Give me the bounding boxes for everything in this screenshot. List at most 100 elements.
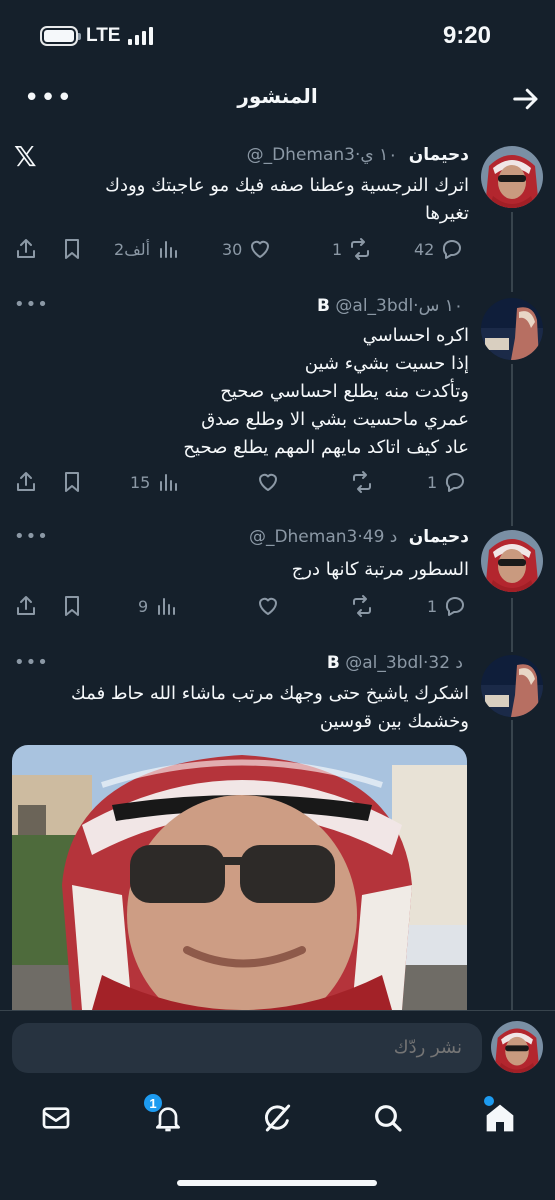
- tweet-header: B @al_3bdl·١٠ س: [317, 296, 469, 316]
- bookmark-button[interactable]: [60, 591, 84, 621]
- reply-input[interactable]: [12, 1023, 482, 1073]
- tweet-line: اكره احساسي: [362, 325, 469, 346]
- tweet-line: اترك النرجسية وعطنا صفه فيك مو عاجبتك وو…: [105, 175, 469, 196]
- status-time: 9:20: [442, 22, 491, 49]
- tweet-photo[interactable]: [12, 745, 467, 1010]
- views-button[interactable]: 9: [138, 591, 178, 621]
- tweet-line: وتأكدت منه يطلع احساسي صحيح: [220, 381, 469, 402]
- new-content-dot: [484, 1096, 494, 1106]
- status-left: LTE: [40, 25, 154, 47]
- tweet-header: دحيمان @_Dheman3·١٠ ي: [247, 145, 469, 165]
- tweet-line: اشكرك ياشيخ حتى وجهك مرتب ماشاء الله حاط…: [71, 683, 469, 704]
- bookmark-button[interactable]: [60, 467, 84, 497]
- tweet[interactable]: دحيمان @_Dheman3·49 د ••• السطور مرتبة ك…: [0, 526, 555, 636]
- tweet-text: السطور مرتبة كانها درج: [14, 556, 469, 584]
- x-logo-icon: 𝕏: [14, 140, 37, 173]
- display-name[interactable]: B: [327, 653, 340, 673]
- retweet-button[interactable]: [344, 591, 374, 621]
- views-button[interactable]: 2ألف: [114, 234, 180, 264]
- signal-icon: [128, 27, 154, 45]
- reply-count: 42: [414, 239, 435, 259]
- views-icon: [160, 474, 178, 491]
- nav-grok[interactable]: [258, 1098, 298, 1138]
- tweet-text: اترك النرجسية وعطنا صفه فيك مو عاجبتك وو…: [14, 172, 469, 228]
- handle[interactable]: @_Dheman3: [247, 145, 355, 165]
- avatar[interactable]: [481, 146, 543, 208]
- views-icon: [160, 241, 178, 258]
- nav-notifications[interactable]: 1: [142, 1092, 188, 1138]
- tweet-line: إذا حسيت بشيء شين: [304, 353, 469, 374]
- home-icon: [486, 1104, 514, 1132]
- handle-time: @_Dheman3·١٠ ي: [246, 145, 398, 165]
- tweet-actions: 15 1: [14, 467, 471, 497]
- tweet-time: ١٠ ي: [360, 145, 398, 165]
- tweet-line: السطور مرتبة كانها درج: [291, 559, 469, 580]
- reply-count: 1: [427, 472, 438, 492]
- handle[interactable]: @al_3bdl: [335, 296, 413, 316]
- display-name[interactable]: B: [317, 296, 330, 316]
- tweet-text: اكره احساسي إذا حسيت بشيء شين وتأكدت منه…: [14, 322, 469, 462]
- display-name[interactable]: دحيمان: [409, 145, 469, 165]
- bookmark-icon: [65, 239, 79, 259]
- tweet-header: B @al_3bdl·32 د: [327, 653, 469, 673]
- tweet[interactable]: B @al_3bdl·32 د ••• اشكرك ياشيخ حتى وجهك…: [0, 652, 555, 1010]
- nav-home[interactable]: [480, 1096, 520, 1138]
- tweet-time: 49 د: [362, 527, 398, 547]
- mail-icon: [42, 1107, 70, 1129]
- like-button[interactable]: 30: [222, 234, 272, 264]
- reply-button[interactable]: 1: [427, 467, 467, 497]
- heart-icon: [259, 473, 277, 491]
- battery-icon: [40, 26, 81, 46]
- like-button[interactable]: [250, 591, 280, 621]
- tweet[interactable]: دحيمان @_Dheman3·١٠ ي 𝕏 اترك النرجسية وع…: [0, 140, 555, 280]
- more-horizontal-icon[interactable]: •••: [14, 526, 49, 547]
- bookmark-button[interactable]: [60, 234, 84, 264]
- handle[interactable]: @_Dheman3: [249, 527, 357, 547]
- avatar[interactable]: [481, 655, 543, 717]
- reply-count: 1: [427, 596, 438, 616]
- bookmark-icon: [65, 596, 79, 616]
- tweet-actions: 2ألف 30 1 42: [14, 234, 471, 264]
- retweet-button[interactable]: [344, 467, 374, 497]
- page-title: المنشور: [237, 84, 318, 108]
- like-button[interactable]: [250, 467, 280, 497]
- share-icon: [17, 239, 35, 258]
- views-button[interactable]: 15: [130, 467, 180, 497]
- share-button[interactable]: [14, 467, 38, 497]
- search-icon: [375, 1105, 402, 1132]
- share-icon: [17, 596, 35, 615]
- handle-time: @al_3bdl·١٠ س: [335, 296, 463, 316]
- tweet-line: عمري ماحسيت بشي الا وطلع صدق: [201, 409, 469, 430]
- tweet[interactable]: B @al_3bdl·١٠ س ••• اكره احساسي إذا حسيت…: [0, 292, 555, 504]
- reply-bar: [0, 1010, 555, 1082]
- home-indicator: [177, 1180, 377, 1186]
- avatar[interactable]: [481, 530, 543, 592]
- nav-messages[interactable]: [36, 1098, 76, 1138]
- share-button[interactable]: [14, 591, 38, 621]
- handle[interactable]: @al_3bdl: [345, 653, 423, 673]
- heart-icon: [259, 597, 277, 615]
- more-horizontal-icon[interactable]: •••: [14, 294, 49, 315]
- more-horizontal-icon[interactable]: •••: [14, 652, 49, 673]
- reply-button[interactable]: 1: [427, 591, 467, 621]
- tweet-line: عاد كيف اتاكد مايهم المهم يطلع صحيح: [183, 437, 469, 458]
- grok-icon: [265, 1104, 291, 1132]
- tweet-text: اشكرك ياشيخ حتى وجهك مرتب ماشاء الله حاط…: [14, 680, 469, 736]
- retweet-button[interactable]: 1: [332, 234, 372, 264]
- tweet-line: وخشمك بين قوسين: [319, 711, 469, 732]
- views-count: 15: [130, 472, 151, 492]
- bottom-nav: 1: [0, 1082, 555, 1200]
- display-name[interactable]: دحيمان: [409, 527, 469, 547]
- nav-search[interactable]: [368, 1098, 408, 1138]
- tweet-time: 32 د: [428, 653, 463, 673]
- avatar: [491, 1021, 543, 1073]
- arrow-right-icon[interactable]: [511, 84, 541, 114]
- share-button[interactable]: [14, 234, 38, 264]
- reply-icon: [446, 597, 465, 616]
- reply-button[interactable]: 42: [414, 234, 464, 264]
- handle-time: @al_3bdl·32 د: [345, 653, 463, 673]
- like-count: 30: [222, 239, 243, 259]
- avatar[interactable]: [481, 298, 543, 360]
- tweet-time: ١٠ س: [418, 296, 463, 316]
- notification-badge: 1: [142, 1092, 164, 1114]
